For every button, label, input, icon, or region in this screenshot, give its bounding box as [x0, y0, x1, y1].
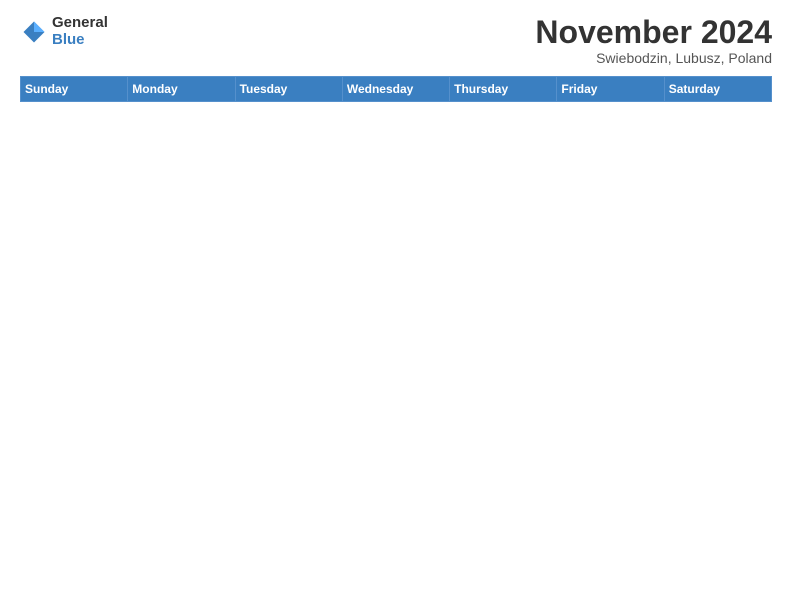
calendar-table: Sunday Monday Tuesday Wednesday Thursday… [20, 76, 772, 602]
col-wednesday: Wednesday [342, 77, 449, 102]
col-saturday: Saturday [664, 77, 771, 102]
calendar-header-row: Sunday Monday Tuesday Wednesday Thursday… [21, 77, 772, 102]
col-friday: Friday [557, 77, 664, 102]
logo-general-text: General [52, 15, 108, 32]
col-sunday: Sunday [21, 77, 128, 102]
subtitle: Swiebodzin, Lubusz, Poland [535, 50, 772, 66]
col-thursday: Thursday [450, 77, 557, 102]
logo-icon [20, 18, 48, 46]
logo-blue-text: Blue [52, 32, 108, 49]
main-title: November 2024 [535, 15, 772, 50]
logo: General Blue [20, 15, 108, 48]
title-block: November 2024 Swiebodzin, Lubusz, Poland [535, 15, 772, 66]
page: General Blue November 2024 Swiebodzin, L… [0, 0, 792, 612]
col-tuesday: Tuesday [235, 77, 342, 102]
col-monday: Monday [128, 77, 235, 102]
header: General Blue November 2024 Swiebodzin, L… [20, 15, 772, 66]
logo-text: General Blue [52, 15, 108, 48]
